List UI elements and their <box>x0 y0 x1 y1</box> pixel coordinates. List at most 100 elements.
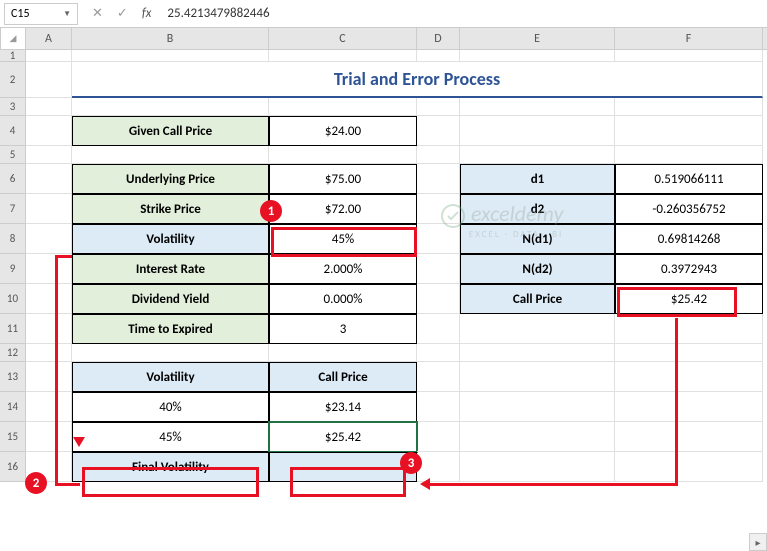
cell[interactable] <box>72 50 269 62</box>
header-volatility[interactable]: Volatility <box>72 362 269 392</box>
value-volatility-input[interactable]: 45% <box>269 224 417 254</box>
cell[interactable] <box>417 314 460 344</box>
value-call-price-output[interactable]: $25.42 <box>615 284 763 314</box>
trial-callprice-1[interactable]: $23.14 <box>269 392 417 422</box>
cell[interactable] <box>615 344 763 362</box>
cell[interactable] <box>460 452 615 482</box>
row-header[interactable]: 13 <box>0 362 26 392</box>
trial-volatility-2[interactable]: 45% <box>72 422 269 452</box>
label-underlying-price[interactable]: Underlying Price <box>72 164 269 194</box>
label-call-price-output[interactable]: Call Price <box>460 284 615 314</box>
cancel-icon[interactable]: ✕ <box>92 6 103 21</box>
row-header[interactable]: 8 <box>0 224 26 254</box>
cell[interactable] <box>615 362 763 392</box>
value-nd1[interactable]: 0.69814268 <box>615 224 763 254</box>
cell[interactable] <box>460 314 615 344</box>
row-header[interactable]: 9 <box>0 254 26 284</box>
accept-icon[interactable]: ✓ <box>117 6 128 21</box>
value-underlying-price[interactable]: $75.00 <box>269 164 417 194</box>
cell[interactable] <box>26 98 72 116</box>
row-header[interactable]: 5 <box>0 146 26 164</box>
col-header[interactable]: A <box>26 28 72 49</box>
chevron-down-icon[interactable]: ▼ <box>63 9 71 19</box>
cell[interactable] <box>615 314 763 344</box>
cell[interactable] <box>417 284 460 314</box>
cell[interactable] <box>26 146 72 164</box>
value-interest-rate[interactable]: 2.000% <box>269 254 417 284</box>
cell[interactable] <box>26 50 72 62</box>
cell[interactable] <box>460 392 615 422</box>
scroll-right-button[interactable]: ▸ <box>749 533 767 551</box>
cell[interactable] <box>72 98 269 116</box>
label-interest-rate[interactable]: Interest Rate <box>72 254 269 284</box>
label-dividend-yield[interactable]: Dividend Yield <box>72 284 269 314</box>
cell[interactable] <box>417 422 460 452</box>
cell[interactable] <box>269 146 417 164</box>
value-strike-price[interactable]: $72.00 <box>269 194 417 224</box>
value-time-to-expired[interactable]: 3 <box>269 314 417 344</box>
cell[interactable] <box>417 392 460 422</box>
cell[interactable] <box>417 254 460 284</box>
formula-bar-input[interactable]: 25.4213479882446 <box>161 6 767 21</box>
cell[interactable] <box>460 50 615 62</box>
cell[interactable] <box>26 284 72 314</box>
cell[interactable] <box>615 452 763 482</box>
cell[interactable] <box>26 362 72 392</box>
cell[interactable] <box>417 362 460 392</box>
cell[interactable] <box>269 50 417 62</box>
cell[interactable] <box>26 62 72 98</box>
row-header[interactable]: 3 <box>0 98 26 116</box>
cell[interactable] <box>615 422 763 452</box>
value-dividend-yield[interactable]: 0.000% <box>269 284 417 314</box>
cell[interactable] <box>26 392 72 422</box>
label-nd2[interactable]: N(d2) <box>460 254 615 284</box>
cell[interactable] <box>460 146 615 164</box>
label-volatility-input[interactable]: Volatility <box>72 224 269 254</box>
cell[interactable] <box>72 344 269 362</box>
cell[interactable] <box>417 344 460 362</box>
name-box[interactable]: C15 ▼ <box>4 3 78 25</box>
row-header[interactable]: 4 <box>0 116 26 146</box>
value-given-call-price[interactable]: $24.00 <box>269 116 417 146</box>
cell[interactable] <box>26 164 72 194</box>
row-header[interactable]: 6 <box>0 164 26 194</box>
label-final-volatility[interactable]: Final Volatility <box>72 452 269 482</box>
row-header[interactable]: 15 <box>0 422 26 452</box>
cell-final-volatility-value[interactable] <box>269 452 417 482</box>
cell[interactable] <box>26 344 72 362</box>
cell[interactable] <box>417 164 460 194</box>
cell[interactable] <box>417 98 460 116</box>
cell[interactable] <box>460 344 615 362</box>
cell[interactable] <box>417 194 460 224</box>
cell[interactable] <box>615 98 763 116</box>
cell[interactable] <box>26 224 72 254</box>
header-call-price[interactable]: Call Price <box>269 362 417 392</box>
cell[interactable] <box>615 392 763 422</box>
row-header[interactable]: 1 <box>0 50 26 62</box>
value-d1[interactable]: 0.519066111 <box>615 164 763 194</box>
row-header[interactable]: 2 <box>0 62 26 98</box>
fx-icon[interactable]: fx <box>142 6 152 21</box>
label-d1[interactable]: d1 <box>460 164 615 194</box>
cell[interactable] <box>460 362 615 392</box>
value-d2[interactable]: -0.260356752 <box>615 194 763 224</box>
col-header[interactable]: F <box>615 28 763 49</box>
label-d2[interactable]: d2 <box>460 194 615 224</box>
cell[interactable] <box>615 116 763 146</box>
cell[interactable] <box>615 146 763 164</box>
row-header[interactable]: 11 <box>0 314 26 344</box>
cell[interactable] <box>417 224 460 254</box>
col-header[interactable]: C <box>269 28 417 49</box>
value-nd2[interactable]: 0.3972943 <box>615 254 763 284</box>
label-time-to-expired[interactable]: Time to Expired <box>72 314 269 344</box>
label-nd1[interactable]: N(d1) <box>460 224 615 254</box>
label-given-call-price[interactable]: Given Call Price <box>72 116 269 146</box>
cell[interactable] <box>417 116 460 146</box>
cell[interactable] <box>26 314 72 344</box>
cell[interactable] <box>269 344 417 362</box>
row-header[interactable]: 12 <box>0 344 26 362</box>
cell[interactable] <box>72 146 269 164</box>
cell[interactable] <box>460 422 615 452</box>
cell[interactable] <box>26 116 72 146</box>
cell[interactable] <box>460 116 615 146</box>
